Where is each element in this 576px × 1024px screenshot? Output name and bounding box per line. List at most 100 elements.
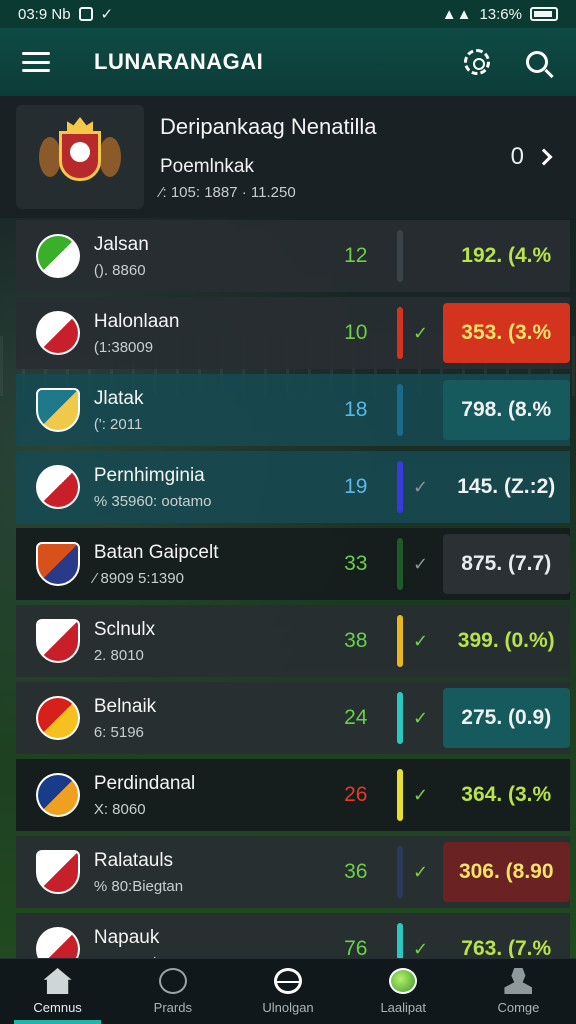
team-score: 18 bbox=[344, 398, 368, 421]
chevron-right-icon[interactable] bbox=[535, 148, 553, 166]
team-name: Napauk bbox=[93, 926, 160, 948]
team-score: 36 bbox=[344, 860, 368, 883]
app-title: LUNARANAGAI bbox=[94, 49, 264, 74]
team-meta: (': 2011 bbox=[93, 415, 143, 433]
notification-icon bbox=[78, 7, 93, 21]
match-row[interactable]: Jlatak (': 2011 18 798. (8.% bbox=[16, 374, 570, 446]
match-row[interactable]: Sclnulx 2. 8010 38 ✓ 399. (0.%) bbox=[16, 605, 570, 677]
app-bar: LUNARANAGAI bbox=[0, 28, 576, 96]
status-bar-indicator bbox=[396, 384, 403, 436]
check-icon[interactable]: ✓ bbox=[403, 631, 439, 652]
status-bar: 03:9 Nb ✓ ▲▲ 13:6% bbox=[0, 0, 576, 28]
nav-item-prards[interactable]: Prards bbox=[115, 959, 230, 1024]
team-badge-icon bbox=[36, 311, 80, 355]
match-row[interactable]: Jalsan (). 8860 12 192. (4.% bbox=[16, 220, 570, 292]
match-row[interactable]: Perdindanal X: 8060 26 ✓ 364. (3.% bbox=[16, 759, 570, 831]
nav-label: Ulnolgan bbox=[262, 1000, 314, 1015]
check-icon[interactable]: ✓ bbox=[403, 939, 439, 960]
status-battery-text: 13:6% bbox=[479, 5, 522, 23]
team-badge-icon bbox=[36, 696, 80, 740]
team-name: Belnaik bbox=[93, 695, 157, 717]
settings-icon[interactable] bbox=[464, 49, 490, 75]
odds-button[interactable]: 399. (0.%) bbox=[443, 611, 571, 671]
odds-button[interactable]: 145. (Z.:2) bbox=[443, 457, 571, 517]
odds-button[interactable]: 275. (0.9) bbox=[442, 688, 570, 748]
match-row[interactable]: Pernhimginia % 35960: ootamo 19 ✓ 145. (Z.:2… bbox=[16, 451, 570, 523]
team-score: 24 bbox=[344, 706, 368, 729]
odds-button[interactable]: 364. (3.% bbox=[443, 765, 571, 825]
check-icon[interactable]: ✓ bbox=[403, 554, 439, 575]
team-meta: (1:38009 bbox=[93, 338, 154, 356]
check-icon[interactable]: ✓ bbox=[403, 708, 439, 729]
team-meta: % 35960: ootamo bbox=[93, 492, 212, 510]
team-name: Jlatak bbox=[93, 387, 144, 409]
team-badge-icon bbox=[36, 234, 80, 278]
featured-card[interactable]: Deripankaag Nenatilla Poemlnkak ⁄: 105: … bbox=[0, 96, 576, 218]
featured-subtitle: Poemlnkak bbox=[160, 155, 254, 177]
signal-icon: ✓ bbox=[100, 6, 114, 23]
match-list: Jalsan (). 8860 12 192. (4.% Halonlaan (1:380… bbox=[16, 220, 570, 990]
featured-count: 0 bbox=[510, 143, 524, 170]
globe-icon bbox=[274, 968, 302, 994]
status-bar-indicator bbox=[396, 230, 403, 282]
featured-title: Deripankaag Nenatilla bbox=[160, 113, 377, 139]
nav-item-ulnolgan[interactable]: Ulnolgan bbox=[230, 959, 345, 1024]
team-score: 38 bbox=[344, 629, 368, 652]
odds-button[interactable]: 353. (3.% bbox=[442, 303, 570, 363]
team-badge-icon bbox=[36, 619, 80, 663]
check-icon[interactable]: ✓ bbox=[403, 323, 439, 344]
team-name: Ralatauls bbox=[93, 849, 174, 871]
team-meta: ⁄ 8909 5:1390 bbox=[93, 569, 184, 587]
team-badge-icon bbox=[36, 773, 80, 817]
team-meta: % 80:Biegtan bbox=[93, 877, 184, 895]
check-icon[interactable]: ✓ bbox=[403, 862, 439, 883]
odds-button[interactable]: 192. (4.% bbox=[443, 226, 571, 286]
check-icon[interactable]: ✓ bbox=[403, 477, 439, 498]
search-icon[interactable] bbox=[526, 51, 548, 73]
team-score: 12 bbox=[344, 244, 368, 267]
team-name: Halonlaan bbox=[93, 310, 180, 332]
team-meta: 2. 8010 bbox=[93, 646, 144, 664]
menu-icon[interactable] bbox=[22, 52, 50, 72]
check-icon[interactable]: ✓ bbox=[403, 785, 439, 806]
nav-label: Cemnus bbox=[33, 1000, 82, 1015]
team-badge-icon bbox=[36, 465, 80, 509]
nav-label: Comge bbox=[497, 1000, 540, 1015]
home-icon bbox=[43, 968, 72, 994]
ball-icon bbox=[389, 968, 418, 994]
featured-crest bbox=[16, 105, 144, 209]
match-row[interactable]: Halonlaan (1:38009 10 ✓ 353. (3.% bbox=[16, 297, 570, 369]
nav-item-cemnus[interactable]: Cemnus bbox=[0, 959, 115, 1024]
wifi-icon: ▲▲ bbox=[441, 5, 472, 23]
clock-icon bbox=[158, 968, 187, 994]
match-row[interactable]: Belnaik 6: 5196 24 ✓ 275. (0.9) bbox=[16, 682, 570, 754]
user-icon bbox=[504, 968, 533, 994]
nav-item-laalipat[interactable]: Laalipat bbox=[346, 959, 461, 1024]
odds-button[interactable]: 875. (7.7) bbox=[442, 534, 570, 594]
status-time: 03:9 Nb bbox=[18, 5, 71, 23]
bottom-nav: Cemnus Prards Ulnolgan Laalipat Comge bbox=[0, 958, 576, 1024]
team-name: Jalsan bbox=[93, 233, 149, 255]
team-meta: X: 8060 bbox=[93, 800, 146, 818]
match-row[interactable]: Batan Gaipcelt ⁄ 8909 5:1390 33 ✓ 875. (7.7) bbox=[16, 528, 570, 600]
odds-button[interactable]: 306. (8.90 bbox=[442, 842, 570, 902]
team-score: 19 bbox=[344, 475, 368, 498]
team-score: 26 bbox=[344, 783, 368, 806]
team-badge-icon bbox=[36, 542, 80, 586]
team-meta: 6: 5196 bbox=[93, 723, 144, 741]
nav-label: Laalipat bbox=[380, 1000, 426, 1015]
team-score: 33 bbox=[344, 552, 368, 575]
team-score: 10 bbox=[344, 321, 368, 344]
team-name: Pernhimginia bbox=[93, 464, 205, 486]
team-meta: (). 8860 bbox=[93, 261, 146, 279]
battery-icon bbox=[530, 7, 558, 21]
nav-item-comge[interactable]: Comge bbox=[461, 959, 576, 1024]
team-badge-icon bbox=[36, 388, 80, 432]
team-name: Batan Gaipcelt bbox=[93, 541, 219, 563]
crest-icon bbox=[37, 117, 123, 197]
match-row[interactable]: Ralatauls % 80:Biegtan 36 ✓ 306. (8.90 bbox=[16, 836, 570, 908]
team-name: Perdindanal bbox=[93, 772, 196, 794]
odds-button[interactable]: 798. (8.% bbox=[442, 380, 570, 440]
team-name: Sclnulx bbox=[93, 618, 156, 640]
nav-label: Prards bbox=[153, 1000, 192, 1015]
